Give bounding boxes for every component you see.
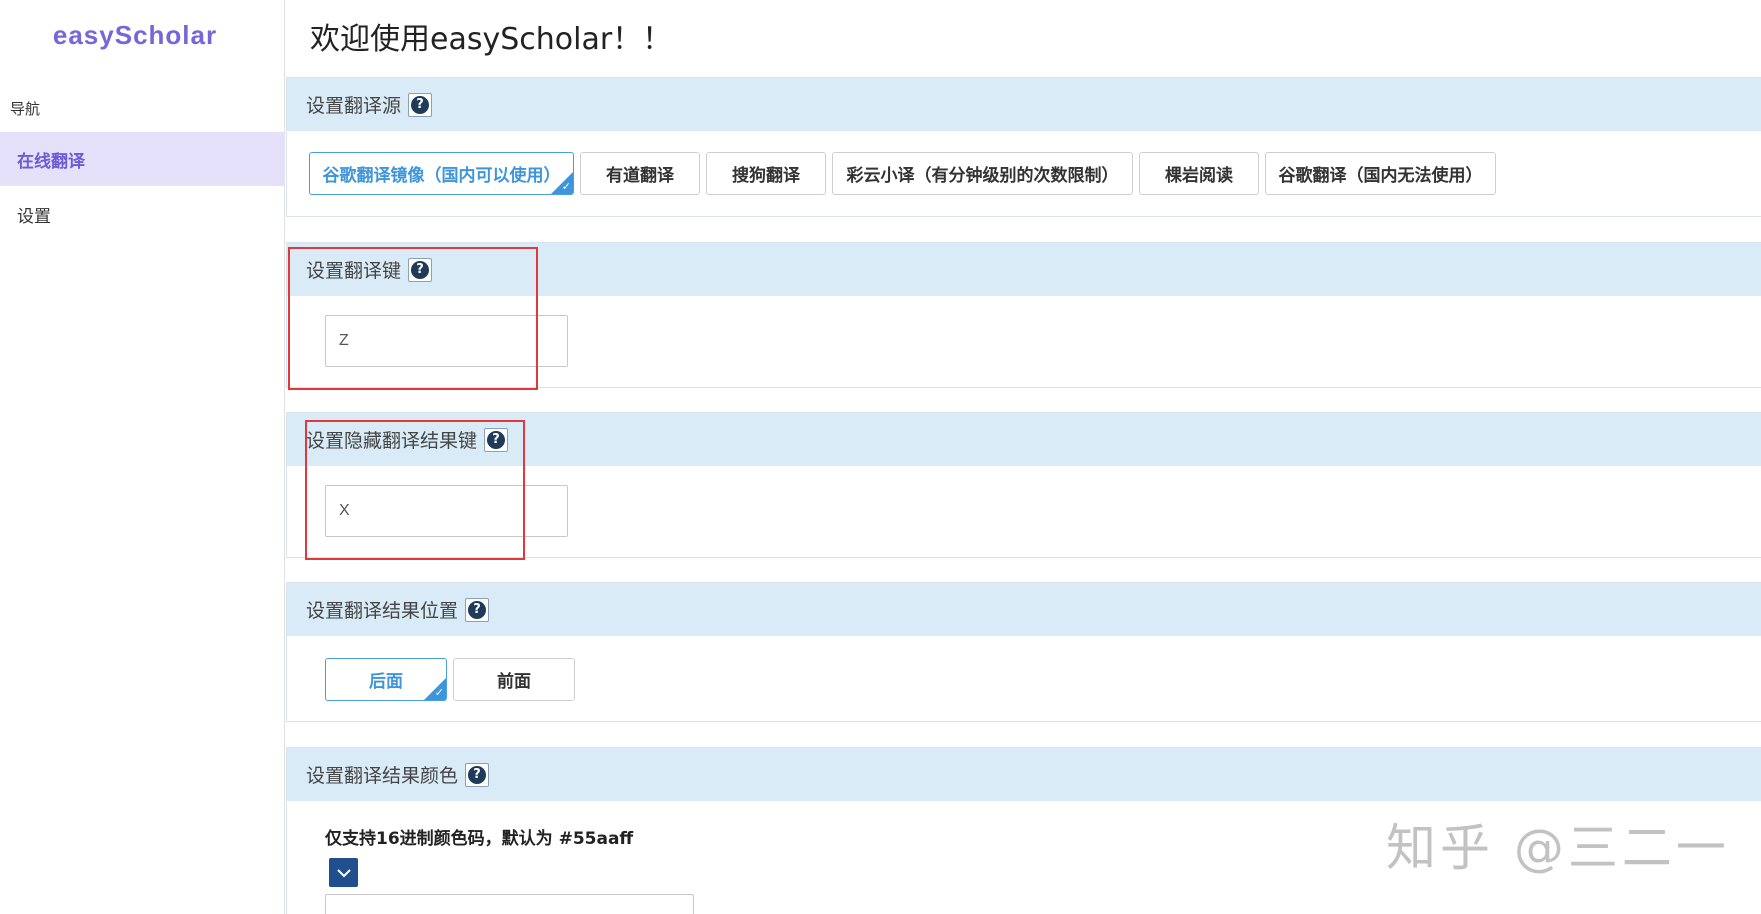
option-label: 搜狗翻译 [732, 166, 800, 186]
check-icon: ✓ [434, 686, 444, 699]
panel-title: 设置翻译结果位置 [306, 600, 459, 622]
result-position-panel: 设置翻译结果位置 ? 后面 ✓ 前面 [286, 582, 1761, 722]
chevron-down-icon [336, 868, 351, 877]
source-option-google-mirror[interactable]: 谷歌翻译镜像（国内可以使用） ✓ [309, 152, 574, 195]
translate-source-options: 谷歌翻译镜像（国内可以使用） ✓ 有道翻译 搜狗翻译 彩云小译（有分钟级别的次数… [309, 152, 1496, 195]
panel-header: 设置翻译源 ? [287, 78, 1761, 131]
page-title: 欢迎使用easyScholar！！ [310, 22, 673, 57]
sidebar-item-label: 设置 [17, 206, 51, 227]
panel-title: 设置翻译键 [306, 260, 402, 282]
brand-logo[interactable]: easyScholar [0, 20, 270, 51]
sidebar-item-settings[interactable]: 设置 [0, 187, 285, 241]
option-label: 有道翻译 [606, 166, 674, 186]
panel-header: 设置翻译结果位置 ? [287, 583, 1761, 636]
option-label: 后面 [369, 672, 403, 692]
color-note: 仅支持16进制颜色码，默认为 #55aaff [325, 829, 634, 849]
translate-source-panel: 设置翻译源 ? 谷歌翻译镜像（国内可以使用） ✓ 有道翻译 搜狗翻译 彩云小译（… [286, 77, 1761, 217]
translate-key-input[interactable] [325, 315, 568, 367]
sidebar: easyScholar 导航 在线翻译 设置 [0, 0, 285, 914]
option-label: 谷歌翻译镜像（国内可以使用） [322, 166, 561, 186]
watermark: 知乎 @三二一 [1386, 819, 1730, 877]
source-option-google[interactable]: 谷歌翻译（国内无法使用） [1265, 152, 1496, 195]
position-option-after[interactable]: 后面 ✓ [325, 658, 447, 701]
source-option-caiyun[interactable]: 彩云小译（有分钟级别的次数限制） [832, 152, 1133, 195]
hide-result-key-panel: 设置隐藏翻译结果键 ? [286, 412, 1761, 558]
option-label: 棵岩阅读 [1165, 166, 1233, 186]
panel-header: 设置翻译结果颜色 ? [287, 748, 1761, 801]
panel-header: 设置翻译键 ? [287, 243, 1761, 296]
option-label: 彩云小译（有分钟级别的次数限制） [846, 166, 1119, 186]
panel-header: 设置隐藏翻译结果键 ? [287, 413, 1761, 466]
source-option-youdao[interactable]: 有道翻译 [580, 152, 700, 195]
source-option-luoyan[interactable]: 棵岩阅读 [1139, 152, 1259, 195]
panel-title: 设置翻译源 [306, 95, 402, 117]
help-icon[interactable]: ? [465, 597, 490, 622]
hide-result-key-input[interactable] [325, 485, 568, 537]
help-icon[interactable]: ? [408, 257, 433, 282]
help-icon[interactable]: ? [408, 92, 433, 117]
help-icon[interactable]: ? [484, 427, 509, 452]
main-content: 欢迎使用easyScholar！！ 设置翻译源 ? 谷歌翻译镜像（国内可以使用）… [286, 0, 1761, 914]
panel-title: 设置翻译结果颜色 [306, 765, 459, 787]
color-dropdown-button[interactable] [329, 858, 358, 887]
sidebar-item-online-translate[interactable]: 在线翻译 [0, 132, 285, 186]
sidebar-item-label: 在线翻译 [17, 151, 85, 172]
panel-title: 设置隐藏翻译结果键 [306, 430, 478, 452]
nav-heading: 导航 [10, 100, 41, 118]
option-label: 前面 [497, 672, 531, 692]
result-position-options: 后面 ✓ 前面 [325, 658, 575, 701]
translate-key-panel: 设置翻译键 ? [286, 242, 1761, 388]
option-label: 谷歌翻译（国内无法使用） [1278, 166, 1483, 186]
position-option-before[interactable]: 前面 [453, 658, 575, 701]
source-option-sogou[interactable]: 搜狗翻译 [706, 152, 826, 195]
help-icon[interactable]: ? [465, 762, 490, 787]
check-icon: ✓ [561, 180, 571, 193]
color-input[interactable] [325, 894, 694, 914]
